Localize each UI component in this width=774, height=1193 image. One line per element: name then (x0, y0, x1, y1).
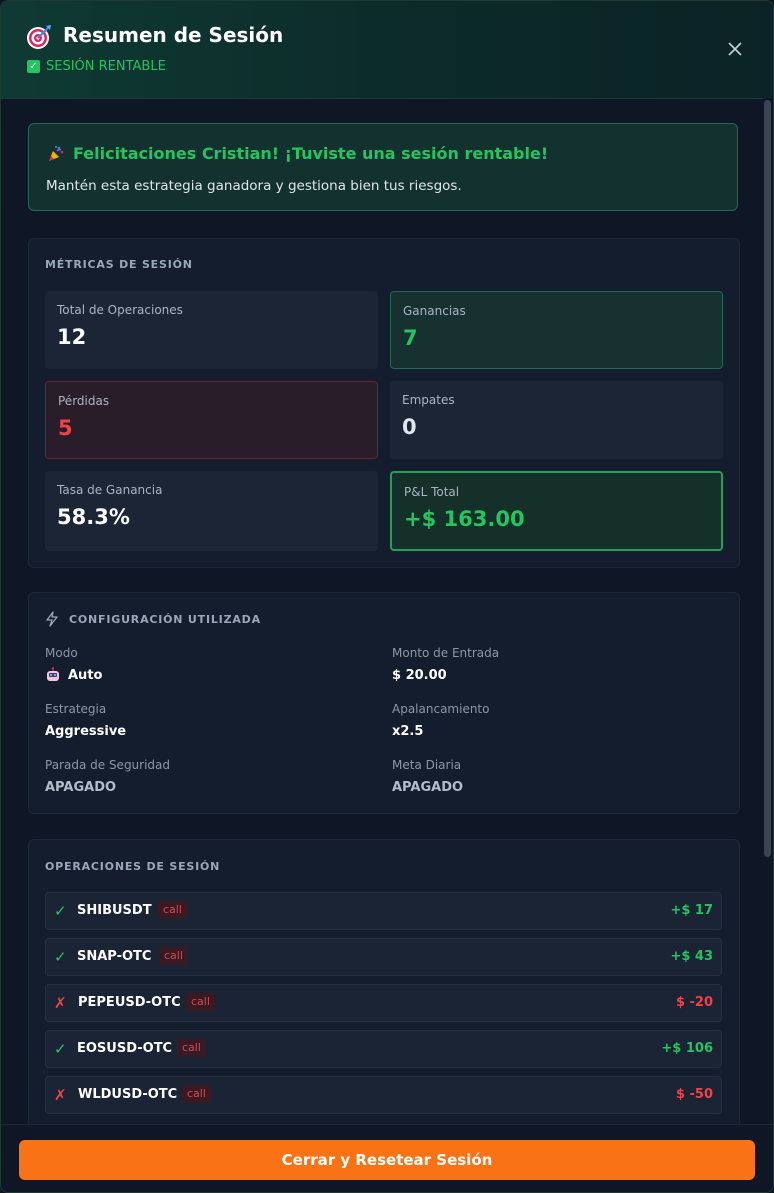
operation-direction-badge: call (177, 1039, 206, 1057)
modal-header: Resumen de Sesión ✓ SESIÓN RENTABLE (1, 1, 773, 99)
metric-card-total: Total de Operaciones 12 (45, 291, 378, 369)
operation-row: ✓ EOSUSD-OTC call +$ 106 (45, 1030, 722, 1068)
operation-symbol: SHIBUSDT (77, 903, 152, 918)
metric-label: Tasa de Ganancia (57, 483, 163, 497)
operation-symbol: PEPEUSD-OTC (78, 995, 181, 1010)
metric-card-winrate: Tasa de Ganancia 58.3% (45, 471, 378, 551)
metric-value: +$ 163.00 (404, 507, 525, 531)
modal-title: Resumen de Sesión (63, 23, 284, 47)
operation-pnl: $ -20 (675, 995, 713, 1010)
metric-label: Total de Operaciones (57, 303, 183, 317)
config-section: CONFIGURACIÓN UTILIZADA Modo Auto Monto … (28, 592, 740, 814)
config-goal-label: Meta Diaria (392, 758, 462, 772)
metric-card-wins: Ganancias 7 (390, 291, 723, 369)
robot-icon (47, 667, 59, 681)
metric-card-pnl: P&L Total +$ 163.00 (390, 471, 723, 551)
loss-x-icon: ✗ (54, 994, 67, 1012)
operation-symbol: SNAP-OTC (77, 949, 152, 964)
check-box-icon: ✓ (27, 60, 40, 73)
config-stop-label: Parada de Seguridad (45, 758, 171, 772)
banner-subtitle: Mantén esta estrategia ganadora y gestio… (46, 178, 462, 194)
metric-card-losses: Pérdidas 5 (45, 381, 378, 459)
metrics-title: MÉTRICAS DE SESIÓN (45, 258, 193, 271)
metrics-section: MÉTRICAS DE SESIÓN Total de Operaciones … (28, 238, 740, 568)
banner-title: Felicitaciones Cristian! ¡Tuviste una se… (73, 144, 549, 163)
operations-title: OPERACIONES DE SESIÓN (45, 860, 221, 873)
operation-direction-badge: call (186, 993, 215, 1011)
session-summary-modal: Resumen de Sesión ✓ SESIÓN RENTABLE Feli… (0, 0, 774, 1193)
operation-row: ✓ SNAP-OTC call +$ 43 (45, 938, 722, 976)
status-badge-label: SESIÓN RENTABLE (46, 59, 166, 74)
metric-card-ties: Empates 0 (390, 381, 723, 459)
config-strategy-value: Aggressive (45, 724, 127, 739)
metric-value: 0 (402, 415, 417, 439)
config-title: CONFIGURACIÓN UTILIZADA (69, 613, 261, 626)
metric-value: 5 (58, 416, 73, 440)
metric-label: Empates (402, 393, 455, 407)
win-check-icon: ✓ (54, 902, 67, 920)
metric-label: Ganancias (403, 304, 466, 318)
config-amount-label: Monto de Entrada (392, 646, 500, 660)
config-mode-label: Modo (45, 646, 78, 660)
operation-direction-badge: call (158, 901, 187, 919)
close-button[interactable] (725, 39, 745, 59)
config-amount-value: $ 20.00 (392, 668, 447, 683)
operation-pnl: +$ 106 (661, 1041, 713, 1056)
metric-value: 12 (57, 325, 87, 349)
operation-row: ✗ PEPEUSD-OTC call $ -20 (45, 984, 722, 1022)
banner-title-row: Felicitaciones Cristian! ¡Tuviste una se… (47, 144, 548, 163)
close-icon (728, 42, 742, 56)
operation-row: ✗ WLDUSD-OTC call $ -50 (45, 1076, 722, 1114)
config-stop-value: APAGADO (45, 780, 117, 795)
metric-value: 58.3% (57, 505, 130, 529)
operation-symbol: WLDUSD-OTC (78, 1087, 178, 1102)
loss-x-icon: ✗ (54, 1086, 67, 1104)
config-strategy-label: Estrategia (45, 702, 107, 716)
config-goal-value: APAGADO (392, 780, 464, 795)
config-mode-value: Auto (68, 667, 103, 683)
target-dart-icon (27, 25, 51, 49)
operation-direction-badge: call (182, 1085, 211, 1103)
operation-pnl: +$ 17 (670, 903, 713, 918)
status-badge: ✓ SESIÓN RENTABLE (27, 59, 166, 74)
metric-label: Pérdidas (58, 394, 110, 408)
win-check-icon: ✓ (54, 948, 67, 966)
win-check-icon: ✓ (54, 1040, 67, 1058)
metric-label: P&L Total (404, 485, 460, 499)
config-leverage-value: x2.5 (392, 724, 424, 739)
operation-pnl: $ -50 (675, 1087, 713, 1102)
modal-footer: Cerrar y Resetear Sesión (1, 1124, 773, 1192)
operation-direction-badge: call (159, 947, 188, 965)
metric-value: 7 (403, 326, 418, 350)
operation-row: ✓ SHIBUSDT call +$ 17 (45, 892, 722, 930)
close-reset-session-button[interactable]: Cerrar y Resetear Sesión (19, 1140, 755, 1180)
operation-symbol: EOSUSD-OTC (77, 1041, 173, 1056)
operation-pnl: +$ 43 (670, 949, 713, 964)
config-mode: Auto (45, 667, 102, 683)
scrollbar-thumb[interactable] (764, 100, 771, 857)
lightning-icon (46, 611, 58, 627)
congrats-banner: Felicitaciones Cristian! ¡Tuviste una se… (28, 123, 738, 211)
party-popper-icon (49, 145, 64, 161)
config-leverage-label: Apalancamiento (392, 702, 490, 716)
